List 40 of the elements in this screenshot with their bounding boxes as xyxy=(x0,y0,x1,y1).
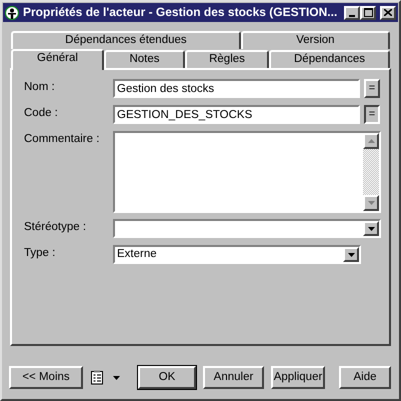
field-label: Commentaire : xyxy=(24,132,100,147)
app-icon xyxy=(5,6,19,20)
tab[interactable]: Dépendances étendues xyxy=(11,31,241,49)
list-menu-icon[interactable] xyxy=(90,370,104,385)
text-field[interactable]: Gestion des stocks xyxy=(113,79,360,98)
tab[interactable]: Version xyxy=(240,31,390,49)
button[interactable]: Appliquer xyxy=(271,366,325,389)
comment-field[interactable] xyxy=(113,131,381,213)
close-icon[interactable] xyxy=(384,9,392,16)
scroll-up-button[interactable] xyxy=(363,133,379,149)
scroll-down-button[interactable] xyxy=(363,195,379,211)
maximize-icon[interactable] xyxy=(364,8,372,17)
field-value: Externe xyxy=(117,248,158,262)
minimize-button[interactable] xyxy=(344,6,360,20)
field-label: Type : xyxy=(24,246,56,261)
scrollbar[interactable] xyxy=(363,133,379,211)
caret-icon[interactable] xyxy=(112,375,121,380)
tab[interactable]: Dépendances xyxy=(269,50,390,68)
caret-icon[interactable] xyxy=(346,252,356,257)
equals-button[interactable]: = xyxy=(364,105,380,124)
text-field[interactable]: GESTION_DES_STOCKS xyxy=(113,105,360,124)
dropdown-field[interactable] xyxy=(113,219,381,238)
field-label: Stéréotype : xyxy=(24,220,88,235)
tab[interactable]: Notes xyxy=(104,50,185,68)
window-title: Propriétés de l'acteur - Gestion des stocks (GESTION... xyxy=(23,5,338,20)
equals-button[interactable]: = xyxy=(364,79,380,98)
maximize-button[interactable] xyxy=(360,6,376,20)
button[interactable]: Annuler xyxy=(203,366,264,389)
button[interactable]: << Moins xyxy=(9,366,83,389)
close-button[interactable] xyxy=(380,6,396,20)
tab[interactable]: Règles xyxy=(185,50,269,68)
button[interactable]: Aide xyxy=(339,366,391,389)
caret-icon[interactable] xyxy=(366,226,376,231)
dropdown-button[interactable] xyxy=(343,247,359,262)
field-label: Code : xyxy=(24,106,59,121)
dropdown-button[interactable] xyxy=(363,221,379,236)
button[interactable]: OK xyxy=(138,366,196,389)
tab[interactable]: Général xyxy=(11,49,104,70)
dropdown-field[interactable]: Externe xyxy=(113,245,361,264)
field-label: Nom : xyxy=(24,80,56,95)
